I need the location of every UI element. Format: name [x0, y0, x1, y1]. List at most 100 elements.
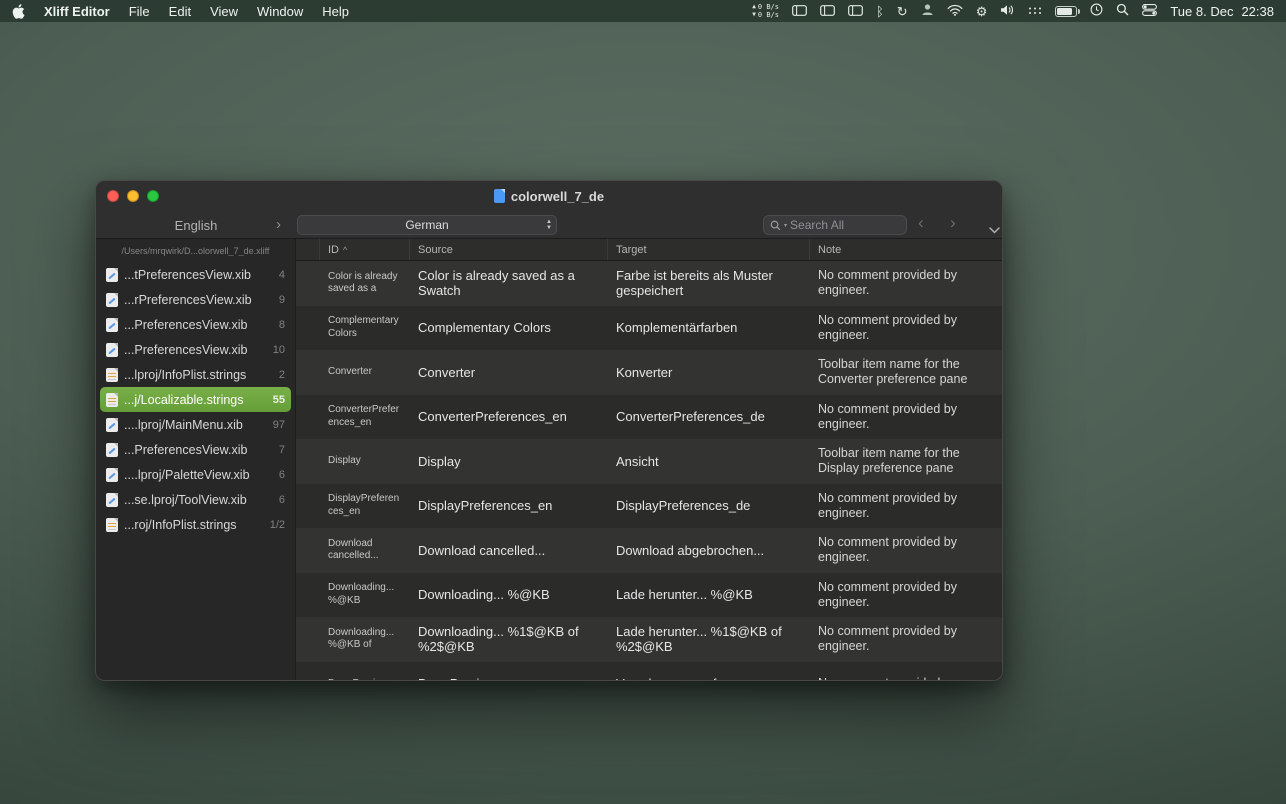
xliff-editor-window: colorwell_7_de English › German ▲▼ ▾ ‹ ›… — [95, 180, 1003, 681]
file-count-badge: 10 — [273, 344, 285, 356]
sidebar: /Users/mrqwirk/D...olorwell_7_de.xliff .… — [96, 239, 296, 680]
target-language-popup[interactable]: German ▲▼ — [297, 215, 557, 235]
table-row[interactable]: Converter Converter Konverter Toolbar it… — [296, 350, 1002, 395]
cell-target[interactable]: Ansicht — [608, 450, 810, 473]
forward-button[interactable]: › — [950, 213, 956, 233]
menu-help[interactable]: Help — [322, 4, 349, 19]
menu-bar-menus: File Edit View Window Help — [129, 4, 349, 19]
cell-target[interactable]: Konverter — [608, 361, 810, 384]
chevron-right-icon[interactable]: › — [276, 216, 281, 234]
cell-target[interactable]: Download abgebrochen... — [608, 539, 810, 562]
search-scope-chevron-icon[interactable]: ▾ — [784, 222, 787, 229]
table-row[interactable]: Download cancelled... Download cancelled… — [296, 528, 1002, 573]
menu-file[interactable]: File — [129, 4, 150, 19]
spotlight-search-icon[interactable] — [1116, 3, 1129, 19]
table-body: Color is already saved as a Color is alr… — [296, 261, 1002, 680]
sidebar-file-item[interactable]: ...se.lproj/ToolView.xib 6 — [100, 487, 291, 512]
cell-target[interactable]: Vorschau verwerfen — [608, 672, 810, 680]
cell-source: Download cancelled... — [410, 539, 608, 562]
cell-note: No comment provided — [810, 672, 1002, 680]
title-bar[interactable]: colorwell_7_de — [96, 181, 1002, 211]
table-row[interactable]: Downloading... %@KB of Downloading... %1… — [296, 617, 1002, 662]
sidebar-file-item[interactable]: ...roj/InfoPlist.strings 1/2 — [100, 512, 291, 537]
back-button[interactable]: ‹ — [918, 213, 924, 233]
table-header: ID ^ Source Target Note — [296, 239, 1002, 261]
user-icon[interactable] — [921, 3, 934, 19]
search-field[interactable]: ▾ — [763, 215, 907, 235]
sidebar-file-item[interactable]: ...lproj/InfoPlist.strings 2 — [100, 362, 291, 387]
menu-app-name[interactable]: Xliff Editor — [44, 4, 110, 19]
display-icon[interactable] — [848, 4, 863, 19]
menu-view[interactable]: View — [210, 4, 238, 19]
file-name: ....lproj/MainMenu.xib — [124, 418, 267, 432]
source-language-label: English — [96, 211, 296, 239]
sidebar-file-item[interactable]: ...PreferencesView.xib 10 — [100, 337, 291, 362]
cell-note: No comment provided by engineer. — [810, 576, 1002, 614]
file-name: ....lproj/PaletteView.xib — [124, 468, 273, 482]
minimize-button[interactable] — [127, 190, 139, 202]
table-row[interactable]: Downloading... %@KB Downloading... %@KB … — [296, 573, 1002, 618]
cell-status — [296, 324, 320, 332]
cell-target[interactable]: ConverterPreferences_de — [608, 405, 810, 428]
window-controls — [107, 190, 159, 202]
apple-menu[interactable] — [12, 4, 25, 19]
cell-target[interactable]: DisplayPreferences_de — [608, 494, 810, 517]
sidebar-file-item[interactable]: ....lproj/MainMenu.xib 97 — [100, 412, 291, 437]
upload-arrow-icon: ▲ — [752, 3, 756, 11]
sidebar-file-item[interactable]: ....lproj/PaletteView.xib 6 — [100, 462, 291, 487]
zoom-button[interactable] — [147, 190, 159, 202]
column-header-id[interactable]: ID ^ — [320, 239, 410, 260]
sidebar-file-item[interactable]: ...PreferencesView.xib 8 — [100, 312, 291, 337]
chevron-down-icon[interactable] — [989, 221, 1000, 239]
clock-icon[interactable] — [1090, 3, 1103, 19]
keyboard-brightness-icon[interactable] — [1028, 4, 1042, 19]
column-header-target[interactable]: Target — [608, 239, 810, 260]
menu-bar-clock[interactable]: Tue 8. Dec 22:38 — [1170, 4, 1274, 19]
close-button[interactable] — [107, 190, 119, 202]
column-header-note[interactable]: Note — [810, 239, 1002, 260]
cell-status — [296, 457, 320, 465]
table-row[interactable]: Drop Preview Drop Preview Vorschau verwe… — [296, 662, 1002, 681]
window-title: colorwell_7_de — [511, 189, 604, 204]
volume-icon[interactable] — [1000, 4, 1015, 19]
cell-source: Display — [410, 450, 608, 473]
cell-source: Drop Preview — [410, 672, 608, 680]
cell-target[interactable]: Lade herunter... %@KB — [608, 583, 810, 606]
desktop: Xliff Editor File Edit View Window Help ▲0 B… — [0, 0, 1286, 804]
wifi-icon[interactable] — [947, 4, 963, 19]
table-row[interactable]: Color is already saved as a Color is alr… — [296, 261, 1002, 306]
toolbar: English › German ▲▼ ▾ ‹ › — [96, 211, 1002, 239]
settings-gear-icon[interactable]: ⚙ — [976, 5, 988, 18]
cell-status — [296, 413, 320, 421]
file-icon — [106, 293, 118, 307]
cell-note: No comment provided by engineer. — [810, 531, 1002, 569]
cell-target[interactable]: Lade herunter... %1$@KB of %2$@KB — [608, 620, 810, 659]
network-throughput-indicator[interactable]: ▲0 B/s ▼0 B/s — [752, 3, 779, 19]
document-icon — [494, 189, 505, 203]
column-header-status[interactable] — [296, 239, 320, 260]
control-center-icon[interactable] — [1142, 4, 1157, 19]
column-header-source[interactable]: Source — [410, 239, 608, 260]
sidebar-file-item[interactable]: ...j/Localizable.strings 55 — [100, 387, 291, 412]
cell-note: No comment provided by engineer. — [810, 620, 1002, 658]
sort-ascending-icon: ^ — [343, 245, 347, 255]
menu-edit[interactable]: Edit — [169, 4, 191, 19]
table-row[interactable]: DisplayPreferences_en DisplayPreferences… — [296, 484, 1002, 529]
menu-window[interactable]: Window — [257, 4, 303, 19]
display-icon[interactable] — [820, 4, 835, 19]
cell-target[interactable]: Farbe ist bereits als Muster gespeichert — [608, 264, 810, 303]
sidebar-file-item[interactable]: ...tPreferencesView.xib 4 — [100, 262, 291, 287]
search-input[interactable] — [790, 218, 900, 232]
bluetooth-icon[interactable]: ᛒ — [876, 5, 884, 18]
cell-target[interactable]: Komplementärfarben — [608, 316, 810, 339]
table-row[interactable]: Display Display Ansicht Toolbar item nam… — [296, 439, 1002, 484]
table-row[interactable]: ConverterPreferences_en ConverterPrefere… — [296, 395, 1002, 440]
file-count-badge: 2 — [279, 369, 285, 381]
sidebar-file-item[interactable]: ...rPreferencesView.xib 9 — [100, 287, 291, 312]
battery-icon[interactable] — [1055, 6, 1077, 17]
sync-icon[interactable]: ↻ — [897, 5, 908, 18]
table-row[interactable]: Complementary Colors Complementary Color… — [296, 306, 1002, 351]
display-icon[interactable] — [792, 4, 807, 19]
sidebar-file-item[interactable]: ...PreferencesView.xib 7 — [100, 437, 291, 462]
cell-status — [296, 368, 320, 376]
